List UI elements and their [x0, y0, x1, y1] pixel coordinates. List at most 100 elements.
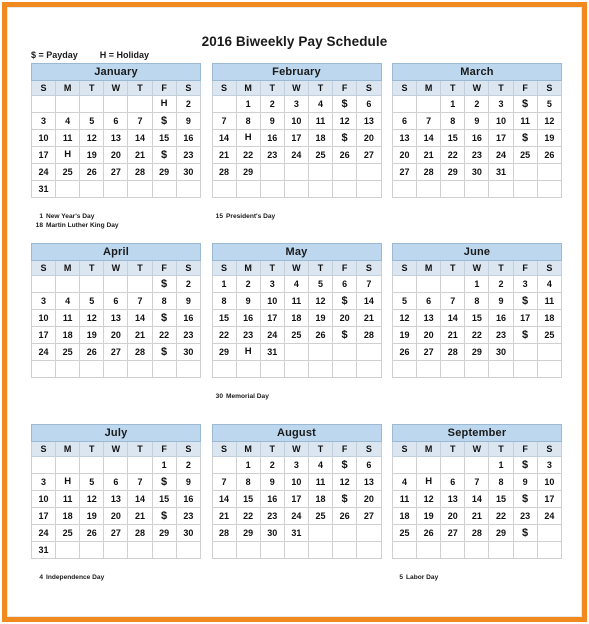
day-cell[interactable]: 11	[55, 490, 81, 508]
day-cell-payday[interactable]: $	[512, 95, 538, 113]
day-cell[interactable]: 2	[488, 275, 514, 293]
day-cell[interactable]: 21	[127, 507, 153, 525]
day-cell[interactable]: 12	[416, 490, 442, 508]
day-cell[interactable]: 21	[127, 326, 153, 344]
day-cell[interactable]: 11	[307, 112, 334, 130]
day-cell[interactable]: 4	[536, 275, 563, 293]
day-cell[interactable]: 29	[464, 343, 490, 361]
day-cell[interactable]: 23	[259, 146, 285, 164]
day-cell[interactable]: 19	[536, 129, 563, 147]
day-cell[interactable]: 20	[103, 326, 129, 344]
day-cell[interactable]: 2	[175, 275, 202, 293]
day-cell[interactable]: 8	[211, 292, 237, 310]
day-cell[interactable]: 7	[440, 292, 466, 310]
day-cell[interactable]: 6	[332, 275, 358, 293]
day-cell[interactable]: 7	[211, 473, 237, 491]
day-cell[interactable]: 20	[356, 129, 382, 147]
day-cell[interactable]: 1	[488, 456, 514, 474]
day-cell[interactable]: 30	[259, 524, 285, 542]
day-cell[interactable]: 30	[175, 163, 202, 181]
day-cell-holiday[interactable]: H	[235, 343, 261, 361]
day-cell[interactable]: 12	[332, 112, 358, 130]
day-cell-payday[interactable]: $	[512, 490, 538, 508]
day-cell[interactable]: 19	[79, 146, 105, 164]
day-cell[interactable]: 24	[536, 507, 563, 525]
day-cell-payday[interactable]: $	[512, 326, 538, 344]
day-cell[interactable]: 20	[103, 146, 129, 164]
day-cell[interactable]: 24	[283, 146, 309, 164]
day-cell[interactable]: 30	[488, 343, 514, 361]
day-cell[interactable]: 3	[259, 275, 285, 293]
day-cell[interactable]: 22	[464, 326, 490, 344]
day-cell[interactable]: 17	[283, 129, 309, 147]
day-cell[interactable]: 31	[30, 541, 57, 559]
day-cell[interactable]: 15	[488, 490, 514, 508]
day-cell[interactable]: 23	[488, 326, 514, 344]
day-cell[interactable]: 23	[512, 507, 538, 525]
day-cell[interactable]: 7	[127, 292, 153, 310]
day-cell[interactable]: 7	[211, 112, 237, 130]
day-cell[interactable]: 2	[175, 95, 202, 113]
day-cell[interactable]: 12	[79, 129, 105, 147]
day-cell-holiday[interactable]: H	[55, 473, 81, 491]
day-cell[interactable]: 4	[307, 95, 334, 113]
day-cell[interactable]: 14	[127, 309, 153, 327]
day-cell[interactable]: 9	[512, 473, 538, 491]
day-cell[interactable]: 28	[127, 163, 153, 181]
day-cell[interactable]: 5	[79, 292, 105, 310]
day-cell[interactable]: 10	[283, 473, 309, 491]
day-cell[interactable]: 26	[79, 524, 105, 542]
day-cell[interactable]: 13	[440, 490, 466, 508]
day-cell[interactable]: 5	[79, 112, 105, 130]
day-cell[interactable]: 23	[235, 326, 261, 344]
day-cell[interactable]: 31	[259, 343, 285, 361]
day-cell[interactable]: 26	[79, 163, 105, 181]
day-cell[interactable]: 25	[55, 524, 81, 542]
day-cell[interactable]: 20	[416, 326, 442, 344]
day-cell[interactable]: 7	[127, 112, 153, 130]
day-cell[interactable]: 1	[464, 275, 490, 293]
day-cell[interactable]: 3	[30, 292, 57, 310]
day-cell[interactable]: 20	[332, 309, 358, 327]
day-cell[interactable]: 24	[30, 524, 57, 542]
day-cell[interactable]: 27	[103, 163, 129, 181]
day-cell[interactable]: 6	[391, 112, 418, 130]
day-cell[interactable]: 14	[127, 129, 153, 147]
day-cell[interactable]: 14	[416, 129, 442, 147]
day-cell[interactable]: 18	[391, 507, 418, 525]
day-cell[interactable]: 20	[356, 490, 382, 508]
day-cell[interactable]: 6	[356, 95, 382, 113]
day-cell[interactable]: 11	[55, 129, 81, 147]
day-cell-holiday[interactable]: H	[235, 129, 261, 147]
day-cell-payday[interactable]: $	[512, 129, 538, 147]
day-cell[interactable]: 3	[512, 275, 538, 293]
day-cell[interactable]: 19	[391, 326, 418, 344]
day-cell[interactable]: 12	[332, 473, 358, 491]
day-cell[interactable]: 22	[235, 146, 261, 164]
day-cell[interactable]: 28	[211, 163, 237, 181]
day-cell[interactable]: 15	[464, 309, 490, 327]
day-cell[interactable]: 19	[307, 309, 334, 327]
day-cell[interactable]: 13	[103, 309, 129, 327]
day-cell[interactable]: 27	[356, 146, 382, 164]
day-cell[interactable]: 16	[464, 129, 490, 147]
day-cell[interactable]: 6	[103, 112, 129, 130]
day-cell[interactable]: 28	[464, 524, 490, 542]
day-cell[interactable]: 9	[175, 292, 202, 310]
day-cell[interactable]: 10	[259, 292, 285, 310]
day-cell[interactable]: 14	[211, 490, 237, 508]
day-cell[interactable]: 14	[211, 129, 237, 147]
day-cell[interactable]: 1	[235, 95, 261, 113]
day-cell[interactable]: 15	[211, 309, 237, 327]
day-cell[interactable]: 27	[391, 163, 418, 181]
day-cell[interactable]: 30	[175, 524, 202, 542]
day-cell[interactable]: 8	[488, 473, 514, 491]
day-cell[interactable]: 31	[488, 163, 514, 181]
day-cell[interactable]: 3	[536, 456, 563, 474]
day-cell[interactable]: 26	[416, 524, 442, 542]
day-cell[interactable]: 30	[464, 163, 490, 181]
day-cell[interactable]: 21	[356, 309, 382, 327]
day-cell[interactable]: 28	[356, 326, 382, 344]
day-cell[interactable]: 19	[416, 507, 442, 525]
day-cell[interactable]: 14	[356, 292, 382, 310]
